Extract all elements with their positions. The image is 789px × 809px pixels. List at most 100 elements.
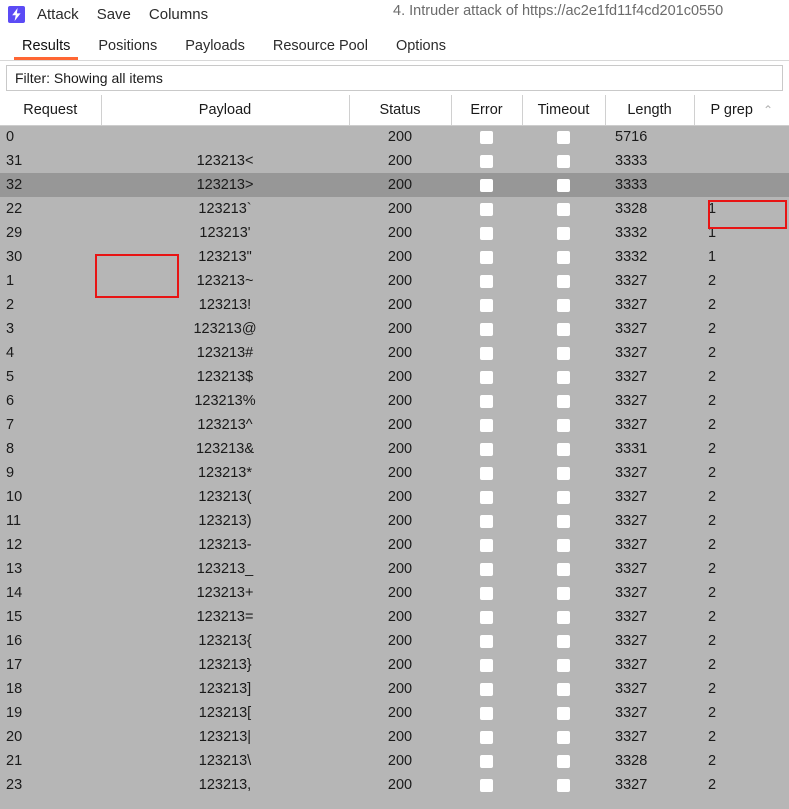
cell-timeout[interactable] <box>522 365 605 389</box>
checkbox-unchecked-icon[interactable] <box>557 754 570 768</box>
checkbox-unchecked-icon[interactable] <box>557 682 570 696</box>
results-table-container[interactable]: Request Payload Status Error Timeout Len… <box>0 95 789 809</box>
table-row[interactable]: 12 123213- 200 3327 2 <box>0 533 789 557</box>
checkbox-unchecked-icon[interactable] <box>557 274 570 288</box>
table-row[interactable]: 20 123213| 200 3327 2 <box>0 725 789 749</box>
checkbox-unchecked-icon[interactable] <box>480 322 493 336</box>
cell-error[interactable] <box>451 245 522 269</box>
cell-timeout[interactable] <box>522 149 605 173</box>
cell-error[interactable] <box>451 773 522 797</box>
checkbox-unchecked-icon[interactable] <box>557 178 570 192</box>
cell-error[interactable] <box>451 341 522 365</box>
checkbox-unchecked-icon[interactable] <box>480 226 493 240</box>
filter-bar[interactable]: Filter: Showing all items <box>6 65 783 91</box>
table-row[interactable]: 19 123213[200 3327 2 <box>0 701 789 725</box>
table-row[interactable]: 18 123213] 200 3327 2 <box>0 677 789 701</box>
cell-error[interactable] <box>451 533 522 557</box>
checkbox-unchecked-icon[interactable] <box>557 346 570 360</box>
table-row[interactable]: 1 123213~ 200 3327 2 <box>0 269 789 293</box>
cell-timeout[interactable] <box>522 389 605 413</box>
cell-timeout[interactable] <box>522 341 605 365</box>
table-row[interactable]: 17 123213} 200 3327 2 <box>0 653 789 677</box>
checkbox-unchecked-icon[interactable] <box>557 490 570 504</box>
checkbox-unchecked-icon[interactable] <box>480 754 493 768</box>
table-row[interactable]: 5 123213$ 200 3327 2 <box>0 365 789 389</box>
checkbox-unchecked-icon[interactable] <box>557 706 570 720</box>
checkbox-unchecked-icon[interactable] <box>480 730 493 744</box>
checkbox-unchecked-icon[interactable] <box>480 562 493 576</box>
checkbox-unchecked-icon[interactable] <box>557 130 570 144</box>
cell-error[interactable] <box>451 221 522 245</box>
cell-error[interactable] <box>451 677 522 701</box>
checkbox-unchecked-icon[interactable] <box>557 562 570 576</box>
cell-timeout[interactable] <box>522 413 605 437</box>
checkbox-unchecked-icon[interactable] <box>557 202 570 216</box>
cell-timeout[interactable] <box>522 317 605 341</box>
column-header-error[interactable]: Error <box>451 95 523 126</box>
table-row[interactable]: 21 123213\ 200 3328 2 <box>0 749 789 773</box>
table-row[interactable]: 13 123213_ 200 3327 2 <box>0 557 789 581</box>
cell-timeout[interactable] <box>522 725 605 749</box>
table-row[interactable]: 9 123213* 200 3327 2 <box>0 461 789 485</box>
checkbox-unchecked-icon[interactable] <box>480 634 493 648</box>
cell-timeout[interactable] <box>522 509 605 533</box>
cell-timeout[interactable] <box>522 581 605 605</box>
menu-item-columns[interactable]: Columns <box>149 6 208 23</box>
cell-error[interactable] <box>451 197 522 221</box>
checkbox-unchecked-icon[interactable] <box>480 274 493 288</box>
checkbox-unchecked-icon[interactable] <box>557 442 570 456</box>
tab-resource-pool[interactable]: Resource Pool <box>259 38 382 60</box>
checkbox-unchecked-icon[interactable] <box>480 586 493 600</box>
table-row[interactable]: 23 123213, 200 3327 2 <box>0 773 789 797</box>
checkbox-unchecked-icon[interactable] <box>557 586 570 600</box>
table-row[interactable]: 7 123213^ 200 3327 2 <box>0 413 789 437</box>
checkbox-unchecked-icon[interactable] <box>480 394 493 408</box>
checkbox-unchecked-icon[interactable] <box>557 226 570 240</box>
cell-error[interactable] <box>451 749 522 773</box>
checkbox-unchecked-icon[interactable] <box>480 490 493 504</box>
checkbox-unchecked-icon[interactable] <box>480 202 493 216</box>
checkbox-unchecked-icon[interactable] <box>480 514 493 528</box>
checkbox-unchecked-icon[interactable] <box>557 778 570 792</box>
column-header-pgrep[interactable]: P grep ⌃ <box>694 95 789 126</box>
cell-timeout[interactable] <box>522 773 605 797</box>
cell-timeout[interactable] <box>522 749 605 773</box>
cell-error[interactable] <box>451 125 522 149</box>
menu-item-attack[interactable]: Attack <box>37 6 79 23</box>
column-header-payload[interactable]: Payload <box>101 95 350 126</box>
cell-error[interactable] <box>451 485 522 509</box>
cell-error[interactable] <box>451 173 522 197</box>
checkbox-unchecked-icon[interactable] <box>557 634 570 648</box>
checkbox-unchecked-icon[interactable] <box>480 370 493 384</box>
checkbox-unchecked-icon[interactable] <box>557 658 570 672</box>
checkbox-unchecked-icon[interactable] <box>557 514 570 528</box>
table-row[interactable]: 11 123213) 200 3327 2 <box>0 509 789 533</box>
checkbox-unchecked-icon[interactable] <box>480 442 493 456</box>
table-row[interactable]: 32 123213> 200 3333 <box>0 173 789 197</box>
table-row[interactable]: 15 123213= 200 3327 2 <box>0 605 789 629</box>
cell-error[interactable] <box>451 509 522 533</box>
cell-timeout[interactable] <box>522 269 605 293</box>
cell-error[interactable] <box>451 437 522 461</box>
column-header-status[interactable]: Status <box>349 95 452 126</box>
cell-timeout[interactable] <box>522 125 605 149</box>
cell-error[interactable] <box>451 653 522 677</box>
table-row[interactable]: 8 123213& 200 3331 2 <box>0 437 789 461</box>
checkbox-unchecked-icon[interactable] <box>480 706 493 720</box>
checkbox-unchecked-icon[interactable] <box>557 730 570 744</box>
checkbox-unchecked-icon[interactable] <box>557 466 570 480</box>
checkbox-unchecked-icon[interactable] <box>557 418 570 432</box>
cell-timeout[interactable] <box>522 173 605 197</box>
cell-error[interactable] <box>451 581 522 605</box>
cell-timeout[interactable] <box>522 461 605 485</box>
cell-error[interactable] <box>451 365 522 389</box>
checkbox-unchecked-icon[interactable] <box>557 538 570 552</box>
table-row[interactable]: 0 200 5716 <box>0 125 789 149</box>
checkbox-unchecked-icon[interactable] <box>557 154 570 168</box>
cell-timeout[interactable] <box>522 293 605 317</box>
cell-error[interactable] <box>451 461 522 485</box>
table-row[interactable]: 16 123213{200 3327 2 <box>0 629 789 653</box>
cell-error[interactable] <box>451 293 522 317</box>
cell-timeout[interactable] <box>522 485 605 509</box>
checkbox-unchecked-icon[interactable] <box>557 298 570 312</box>
